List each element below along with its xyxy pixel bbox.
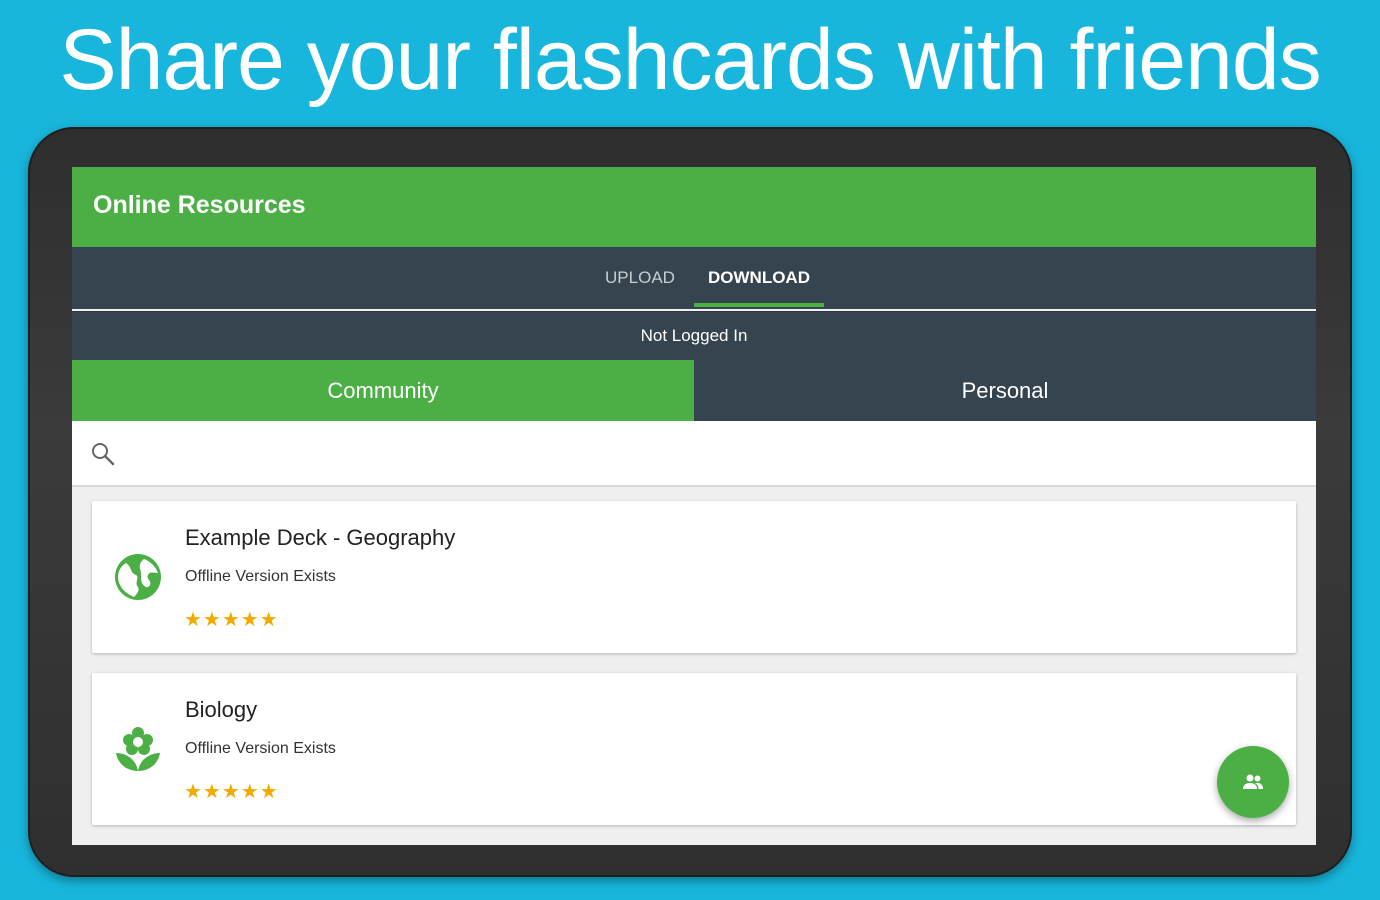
deck-status: Offline Version Exists — [185, 568, 336, 585]
rating-stars: ★★★★★ — [184, 781, 279, 803]
app-title: Online Resources — [93, 191, 306, 219]
rating-stars: ★★★★★ — [184, 609, 279, 631]
app-screen: Online Resources UPLOAD DOWNLOAD Not Log… — [72, 167, 1316, 845]
tab-download[interactable]: DOWNLOAD — [694, 247, 824, 309]
app-bar: Online Resources — [72, 167, 1316, 247]
deck-title: Example Deck - Geography — [185, 525, 456, 550]
deck-status: Offline Version Exists — [185, 740, 336, 757]
deck-title: Biology — [185, 697, 258, 722]
search-bar — [72, 421, 1316, 487]
globe-icon — [115, 554, 161, 600]
list-item[interactable]: Example Deck - Geography Offline Version… — [92, 501, 1296, 653]
share-fab-button[interactable] — [1217, 746, 1289, 818]
segment-personal[interactable]: Personal — [694, 360, 1316, 421]
tab-upload[interactable]: UPLOAD — [584, 247, 696, 309]
login-status-bar: Not Logged In — [72, 311, 1316, 360]
people-icon — [1243, 774, 1263, 789]
tab-download-label: DOWNLOAD — [708, 268, 810, 287]
list-item[interactable]: Biology Offline Version Exists ★★★★★ — [92, 673, 1296, 825]
search-input[interactable] — [132, 433, 1296, 475]
headline: Share your flashcards with friends — [59, 12, 1321, 108]
segment-community[interactable]: Community — [72, 360, 694, 421]
flower-icon — [116, 727, 160, 771]
search-icon — [92, 443, 115, 466]
tab-selected-indicator — [694, 303, 824, 307]
tab-bar: UPLOAD DOWNLOAD — [72, 247, 1316, 309]
login-status: Not Logged In — [640, 326, 748, 345]
